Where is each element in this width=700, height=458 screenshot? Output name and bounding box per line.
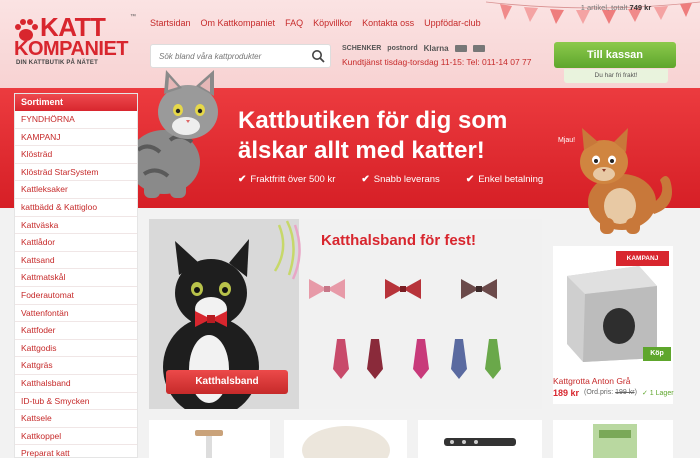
cart-summary[interactable]: 1 artikel, totalt 749 kr [560,3,672,12]
sidebar-item-kattsand[interactable]: Kattsand [15,252,137,270]
product-name[interactable]: Kattgrotta Anton Grå [553,376,631,386]
sidebar-item-kattsele[interactable]: Kattsele [15,410,137,428]
product-tile[interactable] [418,420,542,458]
sidebar-item-kattvaska[interactable]: Kattväska [15,217,137,235]
checkout-button[interactable]: Till kassan [554,42,676,68]
payment-card-icon [454,45,467,52]
sidebar-item-vattenfontan[interactable]: Vattenfontän [15,305,137,323]
sidebar-item-id-tub[interactable]: ID-tub & Smycken [15,393,137,411]
logo-tagline: DIN KATTBUTIK PÅ NÄTET [16,60,98,66]
sidebar-item-kattfoder[interactable]: Kattfoder [15,322,137,340]
perk-label: Enkel betalning [478,174,544,185]
product-tile[interactable] [149,420,270,458]
sidebar-item-kattleksaker[interactable]: Kattleksaker [15,181,137,199]
product-price: 189 kr [553,388,580,398]
logo-trademark: ™ [130,14,136,20]
nav-link-kopvillkor[interactable]: Köpvillkor [313,18,352,28]
sidebar-item-klostrad-starsystem[interactable]: Klösträd StarSystem [15,164,137,182]
nav-link-om-kattkompaniet[interactable]: Om Kattkompaniet [201,18,276,28]
banner-title-line: älskar allt med katter! [238,137,485,164]
product-image [302,426,390,458]
nav-link-kontakta-oss[interactable]: Kontakta oss [362,18,414,28]
cart-total: 749 kr [629,3,652,12]
sidebar-title: Sortiment [15,94,137,111]
top-navigation: Startsidan Om Kattkompaniet FAQ Köpvillk… [150,18,481,28]
perk-easy-payment: ✔ Enkel betalning [466,174,543,185]
site-logo[interactable]: KATT ™ KOMPANIET DIN KATTBUTIK PÅ NÄTET [14,14,138,76]
postnord-logo: postnord [387,45,418,52]
search-input[interactable] [151,45,301,67]
perk-free-shipping: ✔ Fraktfritt över 500 kr [238,174,335,185]
category-sidebar: Sortiment FYNDHÖRNA KAMPANJ Klösträd Klö… [14,93,138,458]
payment-card-icon [472,45,485,52]
product-image [593,424,637,458]
sidebar-item-kattgodis[interactable]: Kattgodis [15,340,137,358]
sidebar-item-kattkoppel[interactable]: Kattkoppel [15,428,137,446]
checkmark-icon: ✔ [361,174,370,185]
customer-service-info: Kundtjänst tisdag-torsdag 11-15: Tel: 01… [342,57,532,67]
search-box [150,44,331,68]
original-price: (Ord.pris: 199 kr) [584,389,637,396]
search-icon[interactable] [311,49,325,63]
buy-button[interactable]: Köp [643,347,671,361]
klarna-logo: Klarna [423,44,449,53]
checkmark-icon: ✔ [465,174,475,185]
banner-perks: ✔ Fraktfritt över 500 kr ✔ Snabb leveran… [238,174,543,185]
collars-button[interactable]: Katthalsband [166,370,288,394]
original-price-value: 199 kr [615,389,635,396]
schenker-logo: SCHENKER [342,45,382,52]
sidebar-item-kattgras[interactable]: Kattgräs [15,357,137,375]
perk-fast-delivery: ✔ Snabb leverans [361,174,439,185]
nav-link-uppfodar-club[interactable]: Uppfödar-club [424,18,481,28]
nav-link-faq[interactable]: FAQ [285,18,303,28]
sidebar-item-kampanj[interactable]: KAMPANJ [15,129,137,147]
promo-title: Katthalsband för fest! [321,232,477,249]
free-shipping-notice: Du har fri frakt! [564,69,668,83]
stock-status: ✓ 1 Lager [642,390,674,397]
sidebar-item-katthalsband[interactable]: Katthalsband [15,375,137,393]
partner-logos: SCHENKER postnord Klarna [342,44,485,53]
perk-label: Snabb leverans [373,174,440,185]
product-tile[interactable] [553,420,673,458]
product-image [195,430,223,458]
sidebar-item-preparat-katt[interactable]: Preparat katt [15,445,137,458]
category-list: FYNDHÖRNA KAMPANJ Klösträd Klösträd Star… [15,111,137,458]
cat-speech-text: Mjau! [558,137,576,144]
site-header: KATT ™ KOMPANIET DIN KATTBUTIK PÅ NÄTET … [0,0,700,88]
nav-link-startsidan[interactable]: Startsidan [150,18,191,28]
cart-item-count: 1 artikel, totalt [580,3,628,12]
perk-label: Fraktfritt över 500 kr [250,174,336,185]
banner-title: Kattbutiken för dig som älskar allt med … [238,106,507,166]
original-price-suffix: ) [634,389,637,396]
product-image [444,438,516,446]
banner-title-line: Kattbutiken för dig som [238,107,508,134]
sidebar-item-klostrad[interactable]: Klösträd [15,146,137,164]
logo-word-katt: KATT [40,12,106,42]
original-price-prefix: (Ord.pris: [584,389,614,396]
orange-cat-illustration [580,128,672,234]
sidebar-item-kattmatskal[interactable]: Kattmatskål [15,269,137,287]
sidebar-item-kattlador[interactable]: Kattlådor [15,234,137,252]
sidebar-item-foderautomat[interactable]: Foderautomat [15,287,137,305]
product-tile[interactable] [284,420,407,458]
sidebar-item-fyndhorna[interactable]: FYNDHÖRNA [15,111,137,129]
sidebar-item-kattbadd[interactable]: kattbädd & Kattigloo [15,199,137,217]
logo-word-kompaniet: KOMPANIET [14,38,129,60]
campaign-badge: KAMPANJ [616,251,669,266]
